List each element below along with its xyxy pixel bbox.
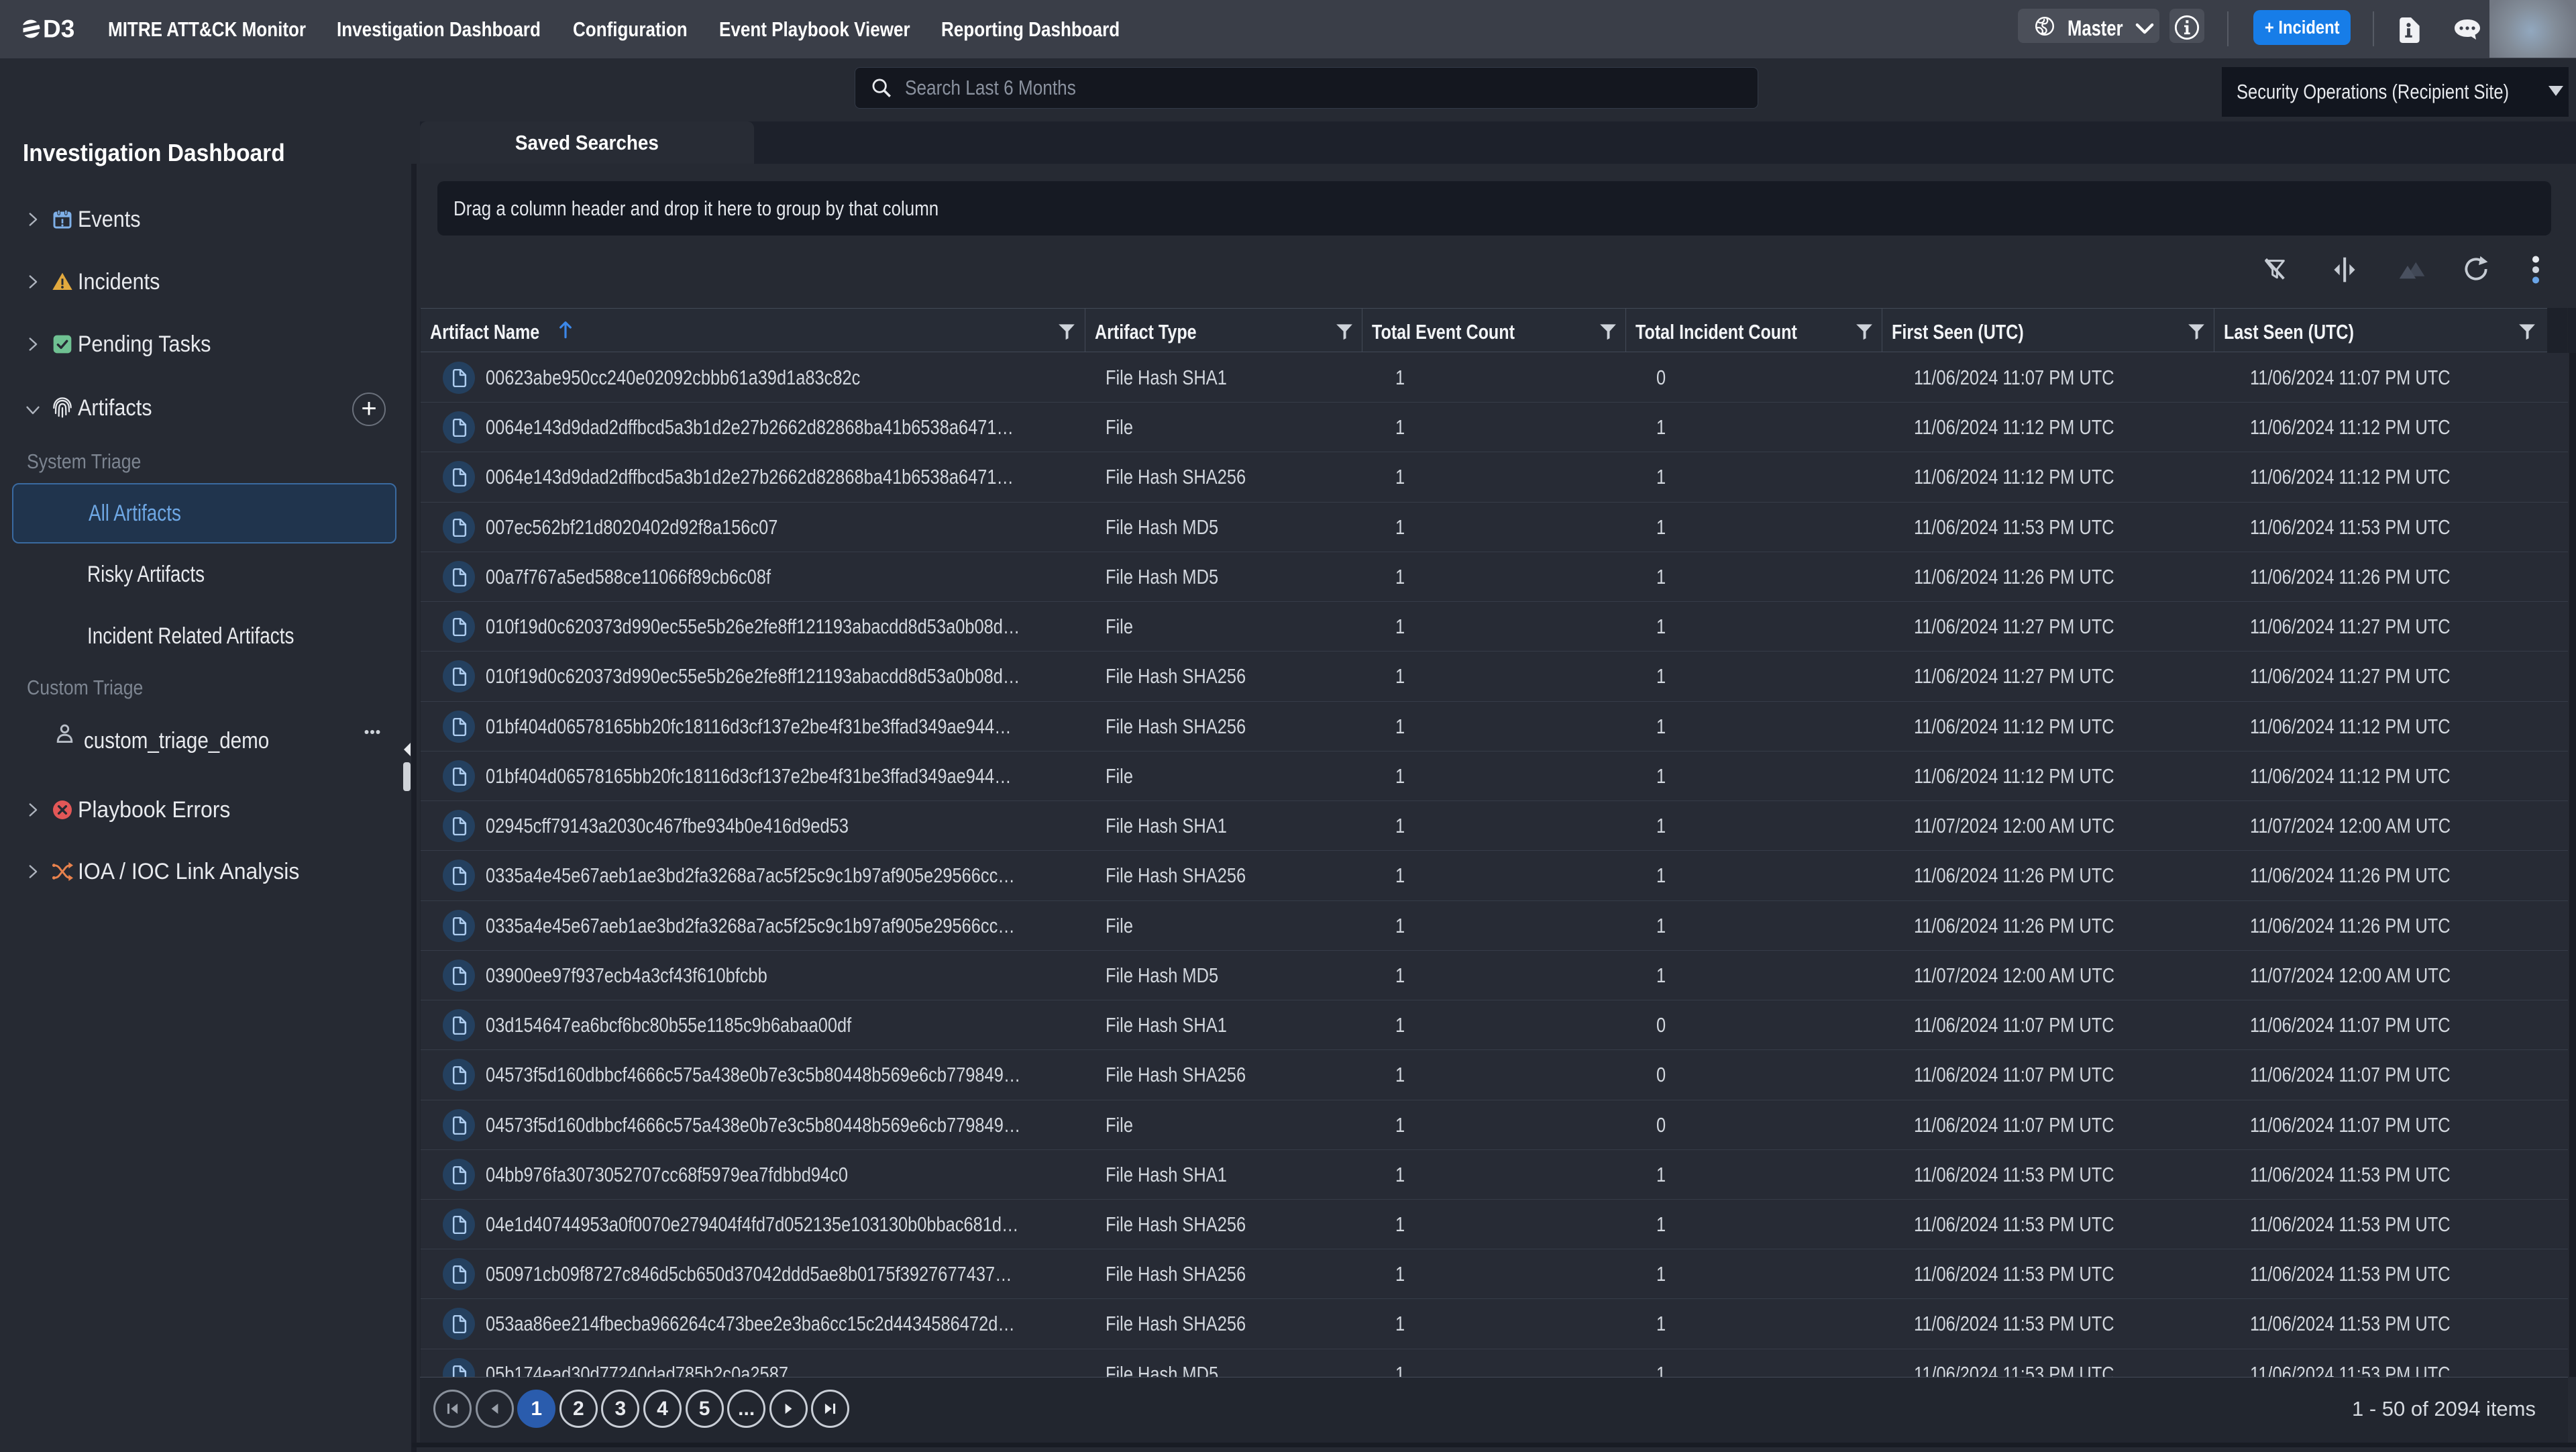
svg-text:D3: D3	[43, 17, 74, 40]
